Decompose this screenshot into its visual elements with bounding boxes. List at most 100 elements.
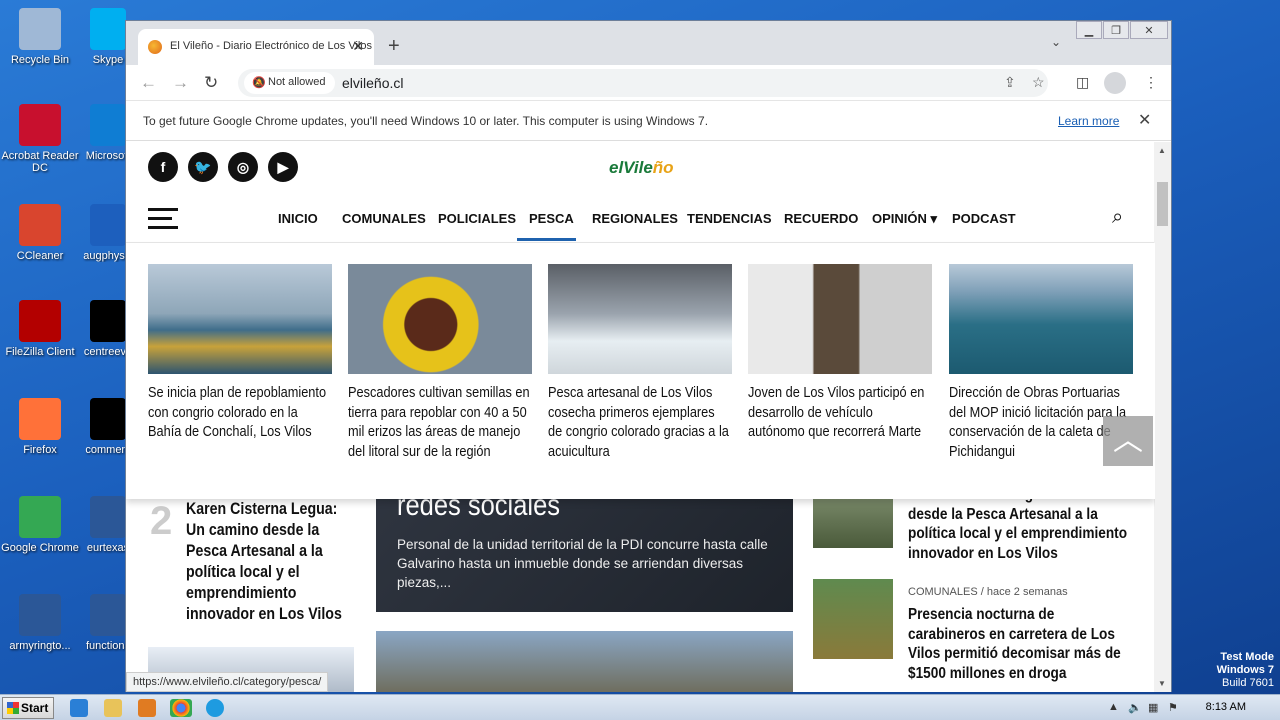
site-permission-chip[interactable]: 🔕 Not allowed: [244, 72, 336, 94]
pesca-mega-menu: Se inicia plan de repoblamiento con cong…: [126, 243, 1155, 499]
featured-story[interactable]: redes sociales Personal de la unidad ter…: [376, 489, 793, 612]
explorer-icon[interactable]: [104, 699, 122, 717]
desktop-icon[interactable]: Acrobat Reader DC: [0, 104, 80, 174]
side-story-image[interactable]: [813, 579, 893, 659]
card-image[interactable]: [949, 264, 1133, 374]
omnibox[interactable]: 🔕 Not allowed elvileño.cl ⇪ ☆: [238, 69, 1048, 97]
nav-item[interactable]: INICIO: [278, 211, 318, 226]
twitter-icon[interactable]: 🐦: [188, 152, 218, 182]
profile-avatar[interactable]: [1104, 72, 1126, 94]
forward-button[interactable]: →: [172, 73, 189, 93]
media-player-icon[interactable]: [138, 699, 156, 717]
desktop-icon-label: Acrobat Reader DC: [1, 150, 79, 174]
reload-button[interactable]: ↻: [204, 73, 218, 93]
youtube-icon[interactable]: ▶: [268, 152, 298, 182]
windows-logo-icon: [7, 702, 19, 714]
desktop-icon[interactable]: Google Chrome: [0, 496, 80, 554]
nav-item[interactable]: PODCAST: [952, 211, 1016, 226]
infobar-close-icon[interactable]: ✕: [1138, 110, 1151, 130]
mega-menu-card[interactable]: Pescadores cultivan semillas en tierra p…: [348, 264, 532, 462]
ie-icon[interactable]: [70, 699, 88, 717]
chip-label: Not allowed: [268, 76, 326, 88]
scroll-down-arrow-icon[interactable]: ▼: [1158, 679, 1166, 688]
mega-menu-card[interactable]: Se inicia plan de repoblamiento con cong…: [148, 264, 332, 443]
desktop-icon[interactable]: Recycle Bin: [0, 8, 80, 66]
desktop-app-icon: [90, 398, 126, 440]
rank-number: 2: [150, 499, 173, 543]
scroll-to-top-button[interactable]: ︿: [1103, 416, 1153, 466]
desktop-app-icon: [19, 300, 61, 342]
nav-item[interactable]: RECUERDO: [784, 211, 858, 226]
search-icon[interactable]: ⌕: [1112, 206, 1123, 229]
new-tab-button[interactable]: +: [388, 35, 400, 58]
webpage: f 🐦 ◎ ▶ elVileño INICIO COMUNALES POLICIAL…: [126, 142, 1155, 692]
start-button[interactable]: Start: [2, 697, 54, 719]
card-image[interactable]: [548, 264, 732, 374]
desktop-icon-label: FileZilla Client: [5, 346, 75, 358]
nav-item[interactable]: OPINIÓN ▾: [872, 211, 937, 227]
close-window-button[interactable]: ✕: [1130, 21, 1168, 39]
card-title[interactable]: Pescadores cultivan semillas en tierra p…: [348, 384, 531, 462]
scroll-up-arrow-icon[interactable]: ▲: [1158, 146, 1166, 155]
share-icon[interactable]: ⇪: [1004, 74, 1016, 91]
volume-icon[interactable]: 🔈: [1128, 701, 1142, 714]
back-button[interactable]: ←: [140, 73, 157, 93]
desktop-icon[interactable]: FileZilla Client: [0, 300, 80, 358]
bookmark-star-icon[interactable]: ☆: [1032, 74, 1045, 91]
desktop-icon[interactable]: Firefox: [0, 398, 80, 456]
minimize-button[interactable]: ▁: [1076, 21, 1102, 39]
card-image[interactable]: [348, 264, 532, 374]
notification-blocked-icon: 🔕: [252, 77, 266, 89]
desktop-icon[interactable]: armyringto...: [0, 594, 80, 652]
side-story-image[interactable]: [813, 496, 893, 548]
desktop-app-icon: [19, 204, 61, 246]
hamburger-menu-icon[interactable]: [148, 208, 178, 235]
facebook-icon[interactable]: f: [148, 152, 178, 182]
card-title[interactable]: Pesca artesanal de Los Vilos cosecha pri…: [548, 384, 731, 462]
active-nav-indicator: [517, 238, 576, 241]
restore-button[interactable]: ❐: [1103, 21, 1129, 39]
side-panel-icon[interactable]: ◫: [1076, 74, 1089, 91]
ranked-story-title[interactable]: Karen Cisterna Legua: Un camino desde la…: [186, 499, 355, 625]
desktop-icon-label: Firefox: [23, 444, 57, 456]
instagram-icon[interactable]: ◎: [228, 152, 258, 182]
desktop-app-icon: [19, 8, 61, 50]
card-title[interactable]: Joven de Los Vilos participó en desarrol…: [748, 384, 931, 443]
nav-item[interactable]: POLICIALES: [438, 211, 516, 226]
edge-icon[interactable]: [206, 699, 224, 717]
chrome-taskbar-icon[interactable]: [170, 699, 192, 717]
scrollbar-thumb[interactable]: [1157, 182, 1168, 226]
featured-story-image[interactable]: [376, 631, 793, 692]
side-story-title[interactable]: Presencia nocturna de carabineros en car…: [908, 605, 1128, 683]
desktop-icon[interactable]: CCleaner: [0, 204, 80, 262]
watermark-line1: Test Mode: [1220, 651, 1274, 663]
desktop-app-icon: [90, 300, 126, 342]
card-image[interactable]: [148, 264, 332, 374]
desktop-app-icon: [90, 496, 126, 538]
action-center-flag-icon[interactable]: ⚑: [1168, 701, 1180, 714]
nav-item[interactable]: REGIONALES: [592, 211, 678, 226]
tab-search-chevron-icon[interactable]: ⌄: [1051, 35, 1061, 49]
learn-more-link[interactable]: Learn more: [1058, 114, 1119, 128]
mega-menu-card[interactable]: Joven de Los Vilos participó en desarrol…: [748, 264, 932, 443]
clock[interactable]: 8:13 AM: [1206, 701, 1246, 713]
chrome-menu-icon[interactable]: ⋮: [1144, 74, 1158, 91]
close-tab-icon[interactable]: ✕: [352, 38, 364, 55]
site-logo[interactable]: elVileño: [609, 158, 674, 178]
desktop-app-icon: [19, 496, 61, 538]
infobar-message: To get future Google Chrome updates, you…: [143, 114, 709, 128]
nav-item[interactable]: COMUNALES: [342, 211, 426, 226]
address-text[interactable]: elvileño.cl: [342, 75, 403, 91]
browser-tab[interactable]: El Vileño - Diario Electrónico de Los Vi…: [138, 29, 374, 65]
side-story-category[interactable]: COMUNALES: [908, 586, 978, 598]
nav-item[interactable]: TENDENCIAS: [687, 211, 772, 226]
card-image[interactable]: [748, 264, 932, 374]
nav-item[interactable]: PESCA: [529, 211, 574, 226]
tray-arrow-icon[interactable]: ▲: [1108, 701, 1120, 713]
mega-menu-card[interactable]: Pesca artesanal de Los Vilos cosecha pri…: [548, 264, 732, 462]
network-icon[interactable]: ▦: [1148, 701, 1160, 714]
homepage-content: 2 Karen Cisterna Legua: Un camino desde …: [126, 486, 1155, 692]
card-title[interactable]: Se inicia plan de repoblamiento con cong…: [148, 384, 331, 443]
page-scrollbar[interactable]: ▲ ▼: [1154, 142, 1171, 692]
desktop-app-icon: [19, 104, 61, 146]
